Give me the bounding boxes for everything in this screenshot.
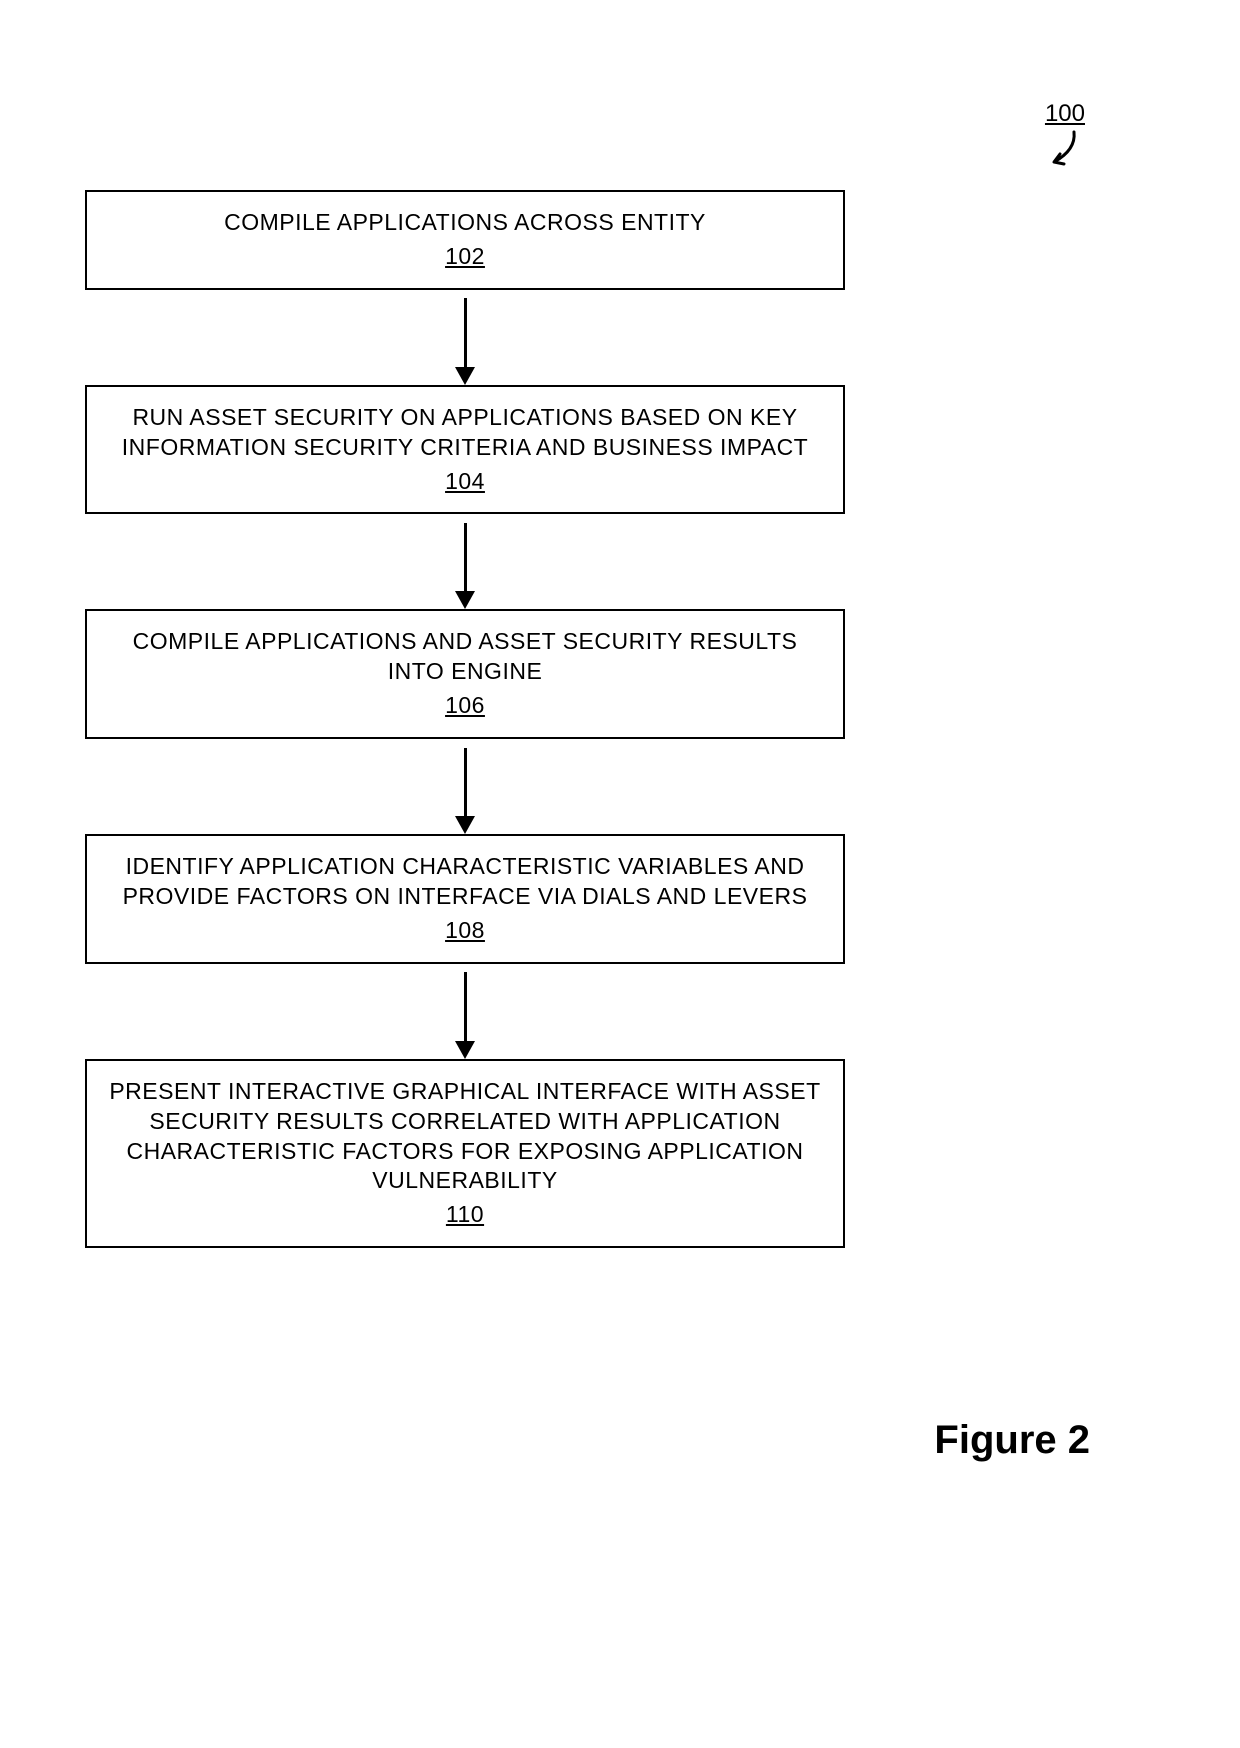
step-text: RUN ASSET SECURITY ON APPLICATIONS BASED… — [107, 403, 823, 463]
step-text: PRESENT INTERACTIVE GRAPHICAL INTERFACE … — [107, 1077, 823, 1197]
arrow-head-icon — [455, 591, 475, 609]
arrow-connector — [85, 964, 845, 1059]
arrow-head-icon — [455, 367, 475, 385]
arrow-line-icon — [464, 298, 467, 376]
step-text: COMPILE APPLICATIONS AND ASSET SECURITY … — [107, 627, 823, 687]
flowchart-container: COMPILE APPLICATIONS ACROSS ENTITY 102 R… — [85, 190, 845, 1248]
step-number: 108 — [445, 916, 485, 946]
arrow-line-icon — [464, 523, 467, 601]
arrow-connector — [85, 290, 845, 385]
arrow-head-icon — [455, 816, 475, 834]
step-box-104: RUN ASSET SECURITY ON APPLICATIONS BASED… — [85, 385, 845, 515]
step-box-102: COMPILE APPLICATIONS ACROSS ENTITY 102 — [85, 190, 845, 290]
step-text: COMPILE APPLICATIONS ACROSS ENTITY — [107, 208, 823, 238]
step-number: 102 — [445, 242, 485, 272]
step-number: 104 — [445, 467, 485, 497]
figure-label: Figure 2 — [934, 1418, 1090, 1463]
step-box-106: COMPILE APPLICATIONS AND ASSET SECURITY … — [85, 609, 845, 739]
step-number: 106 — [445, 691, 485, 721]
arrow-head-icon — [455, 1041, 475, 1059]
reference-number: 100 — [1045, 100, 1085, 128]
step-number: 110 — [446, 1200, 484, 1230]
reference-arrow-icon — [1034, 130, 1082, 175]
step-box-108: IDENTIFY APPLICATION CHARACTERISTIC VARI… — [85, 834, 845, 964]
arrow-line-icon — [464, 972, 467, 1050]
arrow-connector — [85, 514, 845, 609]
arrow-connector — [85, 739, 845, 834]
step-text: IDENTIFY APPLICATION CHARACTERISTIC VARI… — [107, 852, 823, 912]
step-box-110: PRESENT INTERACTIVE GRAPHICAL INTERFACE … — [85, 1059, 845, 1248]
arrow-line-icon — [464, 748, 467, 826]
